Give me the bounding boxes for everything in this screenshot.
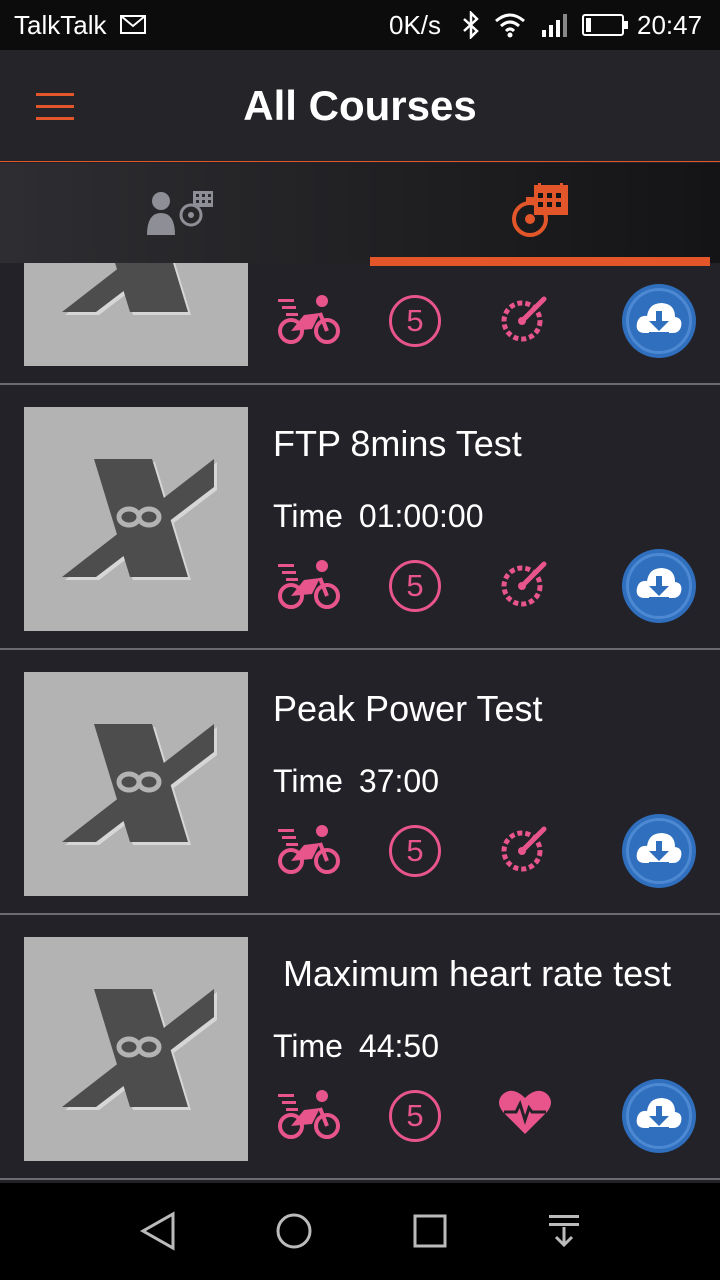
course-row[interactable]: Maximum heart rate test Time 44:50 5: [0, 915, 720, 1180]
time-label: Time: [273, 1028, 343, 1064]
home-icon[interactable]: [274, 1211, 314, 1256]
bluetooth-icon: [460, 9, 482, 44]
cycling-icon: [276, 558, 342, 615]
gauge-icon: [498, 558, 550, 615]
course-icons: 5: [0, 548, 720, 628]
cycling-icon: [276, 823, 342, 880]
carrier-name: TalkTalk: [14, 10, 107, 40]
course-icons: 5: [0, 813, 720, 893]
course-time: Time 44:50: [273, 1028, 439, 1065]
course-title: Maximum heart rate test: [273, 953, 672, 994]
course-row[interactable]: FTP 8mins Test Time 01:00:00 5: [0, 385, 720, 650]
time-label: Time: [273, 498, 343, 534]
tab-all-courses[interactable]: [370, 163, 710, 263]
back-icon[interactable]: [139, 1211, 177, 1256]
wifi-icon: [494, 12, 526, 43]
notification-pull-icon[interactable]: [547, 1211, 581, 1256]
level-badge: 5: [389, 560, 441, 612]
level-badge: 5: [389, 295, 441, 347]
course-row[interactable]: 5: [0, 263, 720, 385]
level-badge: 5: [389, 1090, 441, 1142]
heart-rate-icon: [498, 1088, 552, 1141]
course-time: Time 37:00: [273, 763, 439, 800]
tab-bar: [0, 163, 720, 266]
time-value: 37:00: [358, 763, 439, 799]
tab-my-courses[interactable]: [0, 163, 360, 263]
course-time: Time 01:00:00: [273, 498, 483, 535]
time-label: Time: [273, 763, 343, 799]
course-icons: 5: [0, 283, 720, 363]
time-value: 44:50: [358, 1028, 439, 1064]
gauge-icon: [498, 823, 550, 880]
status-bar: TalkTalk 0K/s 20:47: [0, 0, 720, 50]
user-timer-icon: [145, 187, 215, 244]
app-header: All Courses: [0, 50, 720, 162]
recents-icon[interactable]: [412, 1211, 448, 1256]
cycling-icon: [276, 1088, 342, 1145]
course-title: FTP 8mins Test: [273, 423, 522, 464]
course-row[interactable]: Peak Power Test Time 37:00 5: [0, 650, 720, 915]
network-speed: 0K/s: [389, 10, 442, 40]
course-icons: 5: [0, 1078, 720, 1158]
course-list[interactable]: 5 FTP 8mins Test Time 01:00:00 5 Peak Po…: [0, 263, 720, 1183]
time-value: 01:00:00: [358, 498, 484, 534]
signal-icon: [540, 12, 572, 43]
download-button[interactable]: [622, 1079, 696, 1153]
page-title: All Courses: [243, 82, 477, 129]
cycling-icon: [276, 293, 342, 350]
level-badge: 5: [389, 825, 441, 877]
download-button[interactable]: [622, 814, 696, 888]
stopwatch-calendar-icon: [508, 183, 572, 246]
download-button[interactable]: [622, 549, 696, 623]
battery-icon: [582, 13, 630, 42]
clock: 20:47: [637, 10, 703, 40]
gauge-icon: [498, 293, 550, 350]
system-nav-bar: [0, 1183, 720, 1280]
course-title: Peak Power Test: [273, 688, 543, 729]
download-button[interactable]: [622, 284, 696, 358]
mail-icon: [120, 15, 146, 40]
